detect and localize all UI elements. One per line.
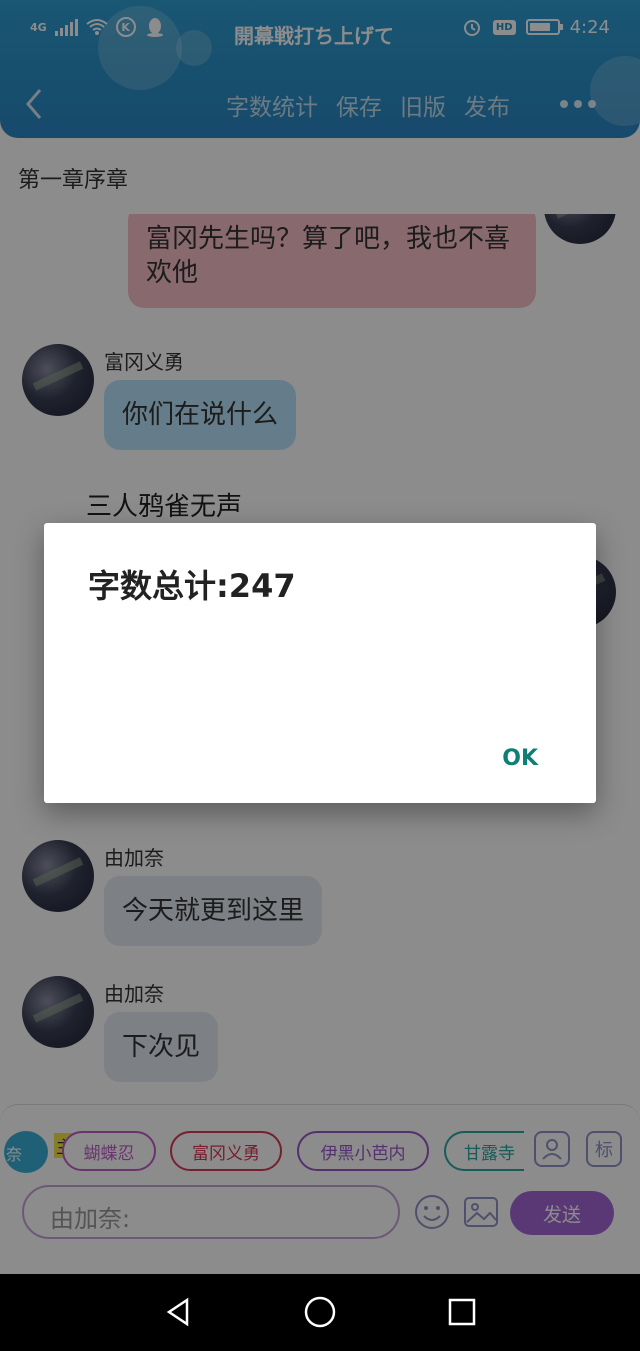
- home-circle-icon[interactable]: [300, 1292, 340, 1332]
- system-nav-bar: [0, 1274, 640, 1351]
- ok-button[interactable]: OK: [502, 746, 538, 771]
- recents-square-icon[interactable]: [442, 1292, 482, 1332]
- back-triangle-icon[interactable]: [158, 1292, 198, 1332]
- dialog-message: 字数总计:247: [88, 567, 296, 605]
- word-count-dialog: 字数总计:247 OK: [44, 523, 596, 803]
